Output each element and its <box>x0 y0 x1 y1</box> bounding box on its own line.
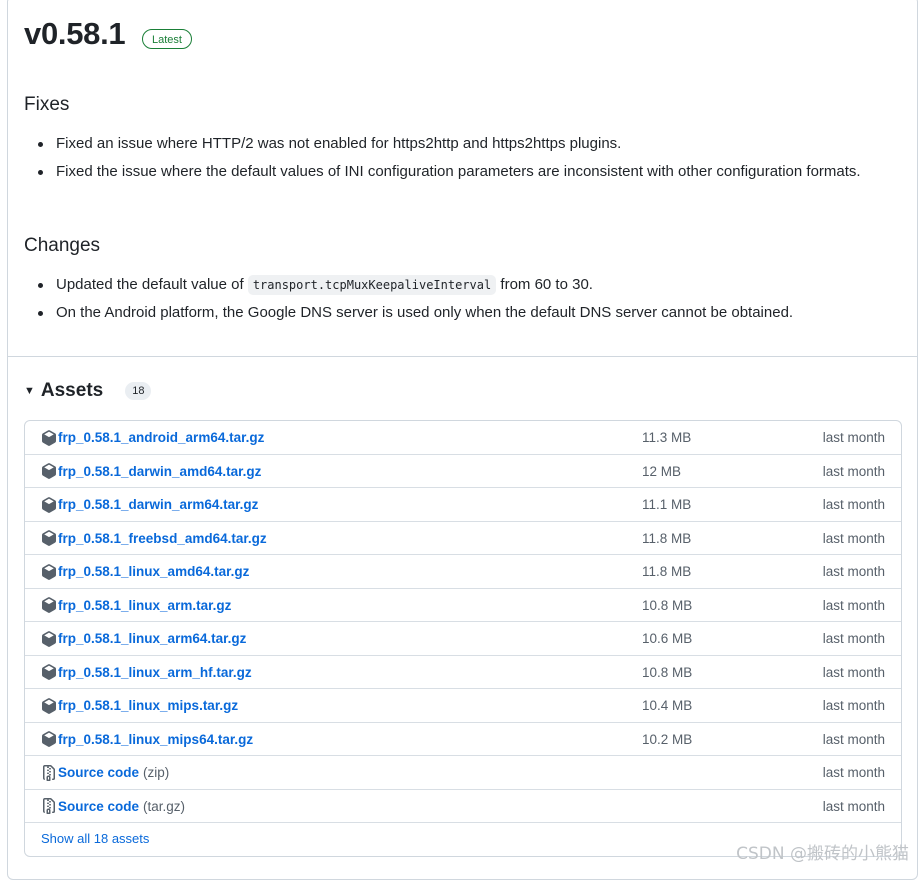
asset-size: 12 MB <box>642 463 682 479</box>
asset-row: frp_0.58.1_linux_amd64.tar.gz 11.8 MB last… <box>25 555 901 589</box>
asset-time: last month <box>822 597 885 613</box>
assets-title: Assets <box>40 380 104 401</box>
show-all-assets-link[interactable]: Show all 18 assets <box>41 822 149 856</box>
asset-time: last month <box>822 631 885 646</box>
asset-row: frp_0.58.1_darwin_amd64.tar.gz 12 MB last … <box>25 455 901 488</box>
package-icon <box>41 563 57 580</box>
assets-list: frp_0.58.1_android_arm64.tar.gz 11.3 MB la… <box>24 420 902 857</box>
source-code-label: Source code <box>58 798 140 814</box>
asset-link[interactable]: frp_0.58.1_linux_arm64.tar.gz <box>41 622 246 655</box>
asset-link[interactable]: frp_0.58.1_android_arm64.tar.gz <box>41 421 264 454</box>
source-code-row: Source code (tar.gz) last month <box>25 790 901 823</box>
asset-size: 10.2 MB <box>642 731 693 747</box>
changes-list: Updated the default value of transport.t… <box>24 273 874 329</box>
fixes-heading: Fixes <box>24 94 70 115</box>
asset-size: 10.6 MB <box>642 631 693 646</box>
list-item: Fixed an issue where HTTP/2 was not enab… <box>24 132 874 156</box>
asset-name: frp_0.58.1_linux_amd64.tar.gz <box>58 564 250 579</box>
list-item: Fixed the issue where the default values… <box>24 160 874 184</box>
source-code-row: Source code (zip) last month <box>25 756 901 790</box>
asset-size: 10.8 MB <box>642 664 693 680</box>
package-icon <box>41 731 57 747</box>
asset-time: last month <box>822 765 885 780</box>
asset-name: frp_0.58.1_android_arm64.tar.gz <box>58 430 265 445</box>
asset-size: 11.8 MB <box>642 530 692 546</box>
asset-row: frp_0.58.1_linux_mips64.tar.gz 10.2 MB las… <box>25 723 901 756</box>
asset-row: frp_0.58.1_linux_arm64.tar.gz 10.6 MB last… <box>25 622 901 656</box>
assets-toggle[interactable]: ▼ Assets 18 <box>24 378 152 404</box>
asset-time: last month <box>822 497 885 512</box>
file-zip-icon <box>41 798 57 814</box>
asset-link[interactable]: frp_0.58.1_linux_arm.tar.gz <box>41 589 231 622</box>
changes-heading: Changes <box>24 235 101 256</box>
asset-row: frp_0.58.1_linux_mips.tar.gz 10.4 MB last … <box>25 689 901 723</box>
asset-time: last month <box>822 798 885 814</box>
asset-name: frp_0.58.1_linux_arm_hf.tar.gz <box>58 664 252 680</box>
asset-name: frp_0.58.1_linux_mips.tar.gz <box>58 698 239 713</box>
list-item: Updated the default value of transport.t… <box>24 273 874 297</box>
asset-size: 10.4 MB <box>642 698 693 713</box>
asset-name: frp_0.58.1_linux_mips64.tar.gz <box>58 731 254 747</box>
change-text-before: Updated the default value of <box>56 276 248 293</box>
asset-size: 11.3 MB <box>642 430 692 445</box>
asset-row: frp_0.58.1_freebsd_amd64.tar.gz 11.8 MB la… <box>25 522 901 555</box>
change-text-after: from 60 to 30. <box>496 276 593 293</box>
asset-link[interactable]: frp_0.58.1_darwin_arm64.tar.gz <box>41 488 258 521</box>
section-divider <box>8 356 918 357</box>
package-icon <box>41 463 57 479</box>
asset-row: frp_0.58.1_linux_arm.tar.gz 10.8 MB last m… <box>25 589 901 622</box>
package-icon <box>41 697 57 714</box>
asset-link[interactable]: frp_0.58.1_darwin_amd64.tar.gz <box>41 455 261 488</box>
assets-count-badge: 18 <box>125 382 152 400</box>
source-code-link[interactable]: Source code (tar.gz) <box>41 790 185 823</box>
source-code-link[interactable]: Source code (zip) <box>41 756 169 789</box>
watermark: CSDN @搬砖的小熊猫 <box>736 844 909 864</box>
package-icon <box>41 496 57 513</box>
inline-code: transport.tcpMuxKeepaliveInterval <box>247 275 497 295</box>
package-icon <box>41 664 57 680</box>
asset-row: frp_0.58.1_darwin_arm64.tar.gz 11.1 MB las… <box>25 488 901 522</box>
asset-link[interactable]: frp_0.58.1_linux_mips64.tar.gz <box>41 723 253 756</box>
asset-time: last month <box>822 698 885 713</box>
release-title[interactable]: v0.58.1 <box>24 16 126 52</box>
asset-size: 11.1 MB <box>642 497 692 512</box>
fixes-list: Fixed an issue where HTTP/2 was not enab… <box>24 132 874 188</box>
asset-size: 10.8 MB <box>642 597 693 613</box>
source-code-label: Source code <box>58 765 140 780</box>
asset-row: frp_0.58.1_android_arm64.tar.gz 11.3 MB la… <box>25 421 901 455</box>
asset-time: last month <box>822 430 885 445</box>
asset-time: last month <box>822 664 885 680</box>
asset-time: last month <box>822 564 885 579</box>
asset-name: frp_0.58.1_darwin_arm64.tar.gz <box>58 497 259 512</box>
asset-name: frp_0.58.1_linux_arm64.tar.gz <box>58 631 247 646</box>
asset-link[interactable]: frp_0.58.1_linux_amd64.tar.gz <box>41 555 249 588</box>
latest-badge: Latest <box>142 29 192 49</box>
package-icon <box>41 597 57 613</box>
asset-size: 11.8 MB <box>642 564 692 579</box>
source-code-ext: (zip) <box>143 765 170 780</box>
package-icon <box>41 530 57 546</box>
file-zip-icon <box>41 764 57 781</box>
asset-time: last month <box>822 530 885 546</box>
asset-row: frp_0.58.1_linux_arm_hf.tar.gz 10.8 MB las… <box>25 656 901 689</box>
triangle-down-icon: ▼ <box>24 385 35 397</box>
package-icon <box>41 630 57 647</box>
asset-time: last month <box>822 731 885 747</box>
source-code-ext: (tar.gz) <box>143 798 186 814</box>
list-item: On the Android platform, the Google DNS … <box>24 301 874 325</box>
asset-name: frp_0.58.1_freebsd_amd64.tar.gz <box>58 530 267 546</box>
package-icon <box>41 429 57 446</box>
asset-name: frp_0.58.1_linux_arm.tar.gz <box>58 597 232 613</box>
asset-link[interactable]: frp_0.58.1_linux_mips.tar.gz <box>41 689 238 722</box>
asset-time: last month <box>822 463 885 479</box>
asset-link[interactable]: frp_0.58.1_freebsd_amd64.tar.gz <box>41 522 267 555</box>
asset-link[interactable]: frp_0.58.1_linux_arm_hf.tar.gz <box>41 656 252 689</box>
asset-name: frp_0.58.1_darwin_amd64.tar.gz <box>58 463 262 479</box>
